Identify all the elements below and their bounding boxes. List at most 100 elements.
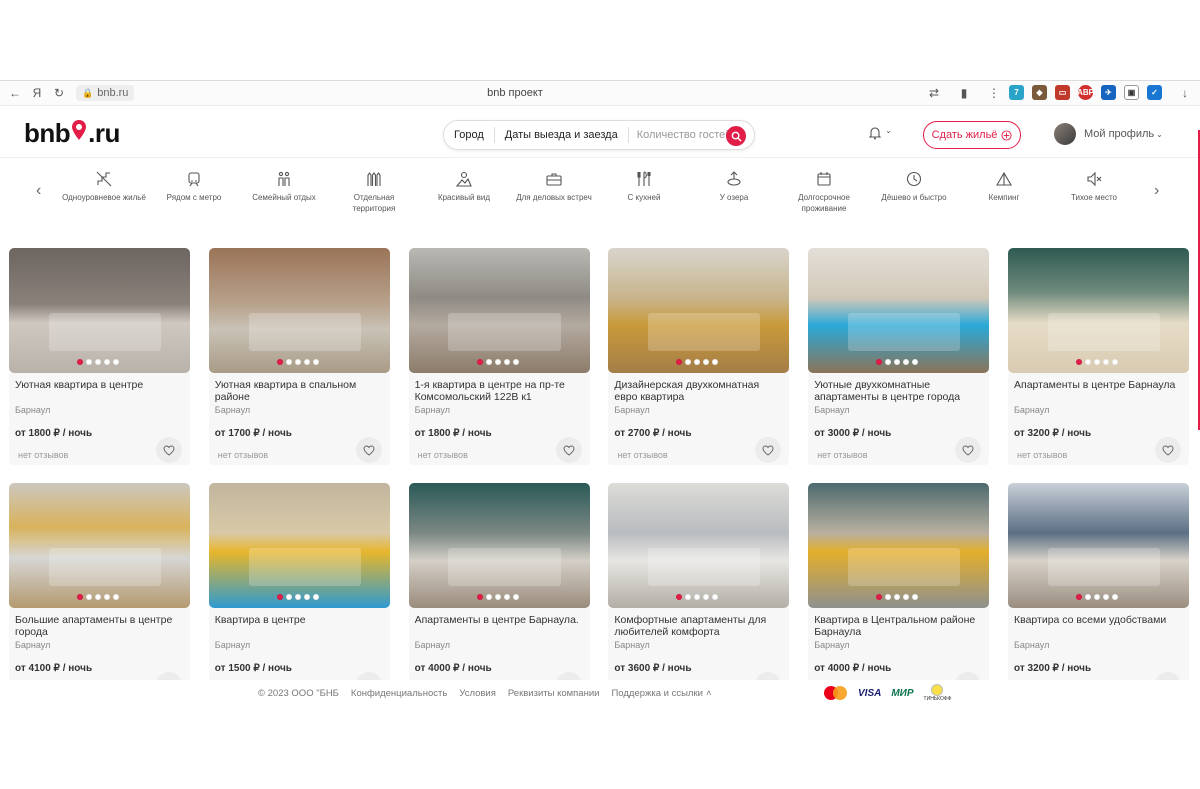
listing-card[interactable]: Апартаменты в центре Барнаула Барнаул от 3… — [1008, 248, 1189, 465]
favorite-button[interactable] — [955, 437, 982, 463]
category-item[interactable]: У озера — [692, 170, 776, 203]
extension-icon-6[interactable]: ▣ — [1124, 85, 1139, 100]
listing-card[interactable]: Квартира в Центральном районе Барнаула Ба… — [808, 483, 990, 700]
carousel-dot[interactable] — [1103, 359, 1109, 365]
profile-menu[interactable]: Мой профиль ⌄ — [1054, 123, 1163, 145]
listing-photo[interactable] — [9, 248, 190, 373]
chevron-right-icon[interactable]: › — [1154, 182, 1159, 200]
carousel-dot[interactable] — [685, 594, 692, 600]
category-item[interactable]: Долгосрочное проживание — [782, 170, 866, 214]
listing-card[interactable]: Уютная квартира в спальном районе Барнаул… — [208, 248, 390, 465]
listing-title[interactable]: Уютная квартира в спальном районе — [215, 379, 384, 404]
carousel-dot[interactable] — [494, 359, 501, 365]
menu-icon[interactable]: ⋮ — [987, 86, 1001, 100]
carousel-dot[interactable] — [312, 594, 319, 600]
favorite-button[interactable] — [1155, 437, 1181, 463]
listing-card[interactable]: Уютная квартира в центре Барнаул от 1800 ₽… — [9, 248, 190, 465]
carousel-dot[interactable] — [876, 359, 883, 365]
listing-photo[interactable] — [208, 248, 390, 373]
reload-icon[interactable]: ↻ — [52, 86, 66, 100]
carousel-dot[interactable] — [903, 359, 910, 365]
footer-link[interactable]: Поддержка и ссылки — [611, 688, 702, 699]
carousel-dot[interactable] — [503, 594, 510, 600]
carousel-dot[interactable] — [885, 594, 892, 600]
carousel-dot[interactable] — [95, 359, 101, 365]
carousel-dot[interactable] — [303, 359, 310, 365]
carousel-dot[interactable] — [312, 359, 319, 365]
carousel-dot[interactable] — [1085, 594, 1091, 600]
footer-link[interactable]: Реквизиты компании — [508, 688, 600, 699]
search-guests[interactable]: Количество гостей — [629, 129, 740, 141]
category-item[interactable]: Дёшево и быстро — [872, 170, 956, 203]
listing-title[interactable]: Апартаменты в центре Барнаула. — [415, 614, 584, 639]
favorite-button[interactable] — [156, 437, 182, 463]
carousel-dot[interactable] — [703, 359, 710, 365]
search-dates[interactable]: Даты выезда и заезда — [495, 129, 628, 141]
listing-title[interactable]: Комфортные апартаменты для любителей ком… — [614, 614, 783, 639]
carousel-dot[interactable] — [276, 594, 283, 600]
extension-icon-7[interactable]: ✓ — [1147, 85, 1162, 100]
listing-photo[interactable] — [208, 483, 390, 608]
carousel-dot[interactable] — [885, 359, 892, 365]
listing-title[interactable]: Уютная квартира в центре — [15, 379, 184, 404]
listing-card[interactable]: 1-я квартира в центре на пр-те Комсомоль… — [408, 248, 590, 465]
category-item[interactable]: Семейный отдых — [242, 170, 326, 203]
footer-link[interactable]: Условия — [459, 688, 496, 699]
listing-card[interactable]: Квартира со всеми удобствами Барнаул от 32… — [1008, 483, 1189, 700]
carousel-dot[interactable] — [494, 594, 501, 600]
carousel-dot[interactable] — [912, 359, 919, 365]
listing-card[interactable]: Большие апартаменты в центре города Барна… — [9, 483, 190, 700]
carousel-dot[interactable] — [485, 359, 492, 365]
listing-photo[interactable] — [808, 248, 990, 373]
carousel-dot[interactable] — [113, 594, 119, 600]
carousel-dot[interactable] — [512, 359, 519, 365]
listing-title[interactable]: Апартаменты в центре Барнаула — [1014, 379, 1183, 404]
carousel-dot[interactable] — [113, 359, 119, 365]
listing-title[interactable]: Уютные двухкомнатные апартаменты в центр… — [814, 379, 983, 404]
search-city[interactable]: Город — [444, 129, 494, 141]
notifications-button[interactable]: ⌄ — [868, 126, 892, 143]
carousel-dot[interactable] — [485, 594, 492, 600]
listing-photo[interactable] — [408, 483, 590, 608]
extension-icon-1[interactable]: 7 — [1009, 85, 1024, 100]
listing-card[interactable]: Квартира в центре Барнаул от 1500 ₽ / ночь — [208, 483, 390, 700]
address-bar[interactable]: 🔒 bnb.ru — [76, 85, 135, 101]
carousel-dot[interactable] — [712, 594, 719, 600]
bookmark-icon[interactable]: ▮ — [957, 86, 971, 100]
listing-title[interactable]: Квартира в центре — [215, 614, 384, 639]
listing-photo[interactable] — [608, 483, 790, 608]
back-icon[interactable]: ← — [8, 86, 22, 100]
carousel-dot[interactable] — [912, 594, 919, 600]
category-item[interactable]: С кухней — [602, 170, 686, 203]
download-icon[interactable]: ↓ — [1178, 86, 1192, 100]
carousel-dot[interactable] — [77, 359, 83, 365]
carousel-dot[interactable] — [1103, 594, 1109, 600]
carousel-dot[interactable] — [894, 359, 901, 365]
carousel-dot[interactable] — [95, 594, 101, 600]
carousel-dot[interactable] — [86, 359, 92, 365]
listing-title[interactable]: Дизайнерская двухкомнатная евро квартира — [614, 379, 783, 404]
carousel-dot[interactable] — [694, 594, 701, 600]
carousel-dot[interactable] — [876, 594, 883, 600]
listing-title[interactable]: 1-я квартира в центре на пр-те Комсомоль… — [415, 379, 584, 404]
favorite-button[interactable] — [555, 437, 582, 463]
listing-card[interactable]: Дизайнерская двухкомнатная евро квартира… — [608, 248, 790, 465]
carousel-dot[interactable] — [104, 359, 110, 365]
listing-photo[interactable] — [608, 248, 790, 373]
adblock-icon[interactable]: ABP — [1077, 85, 1094, 100]
translate-icon[interactable]: ⇄ — [927, 86, 941, 100]
carousel-dot[interactable] — [285, 594, 292, 600]
category-item[interactable]: Кемпинг — [962, 170, 1046, 203]
extension-icon-5[interactable]: ✈ — [1101, 85, 1116, 100]
carousel-dot[interactable] — [86, 594, 92, 600]
category-item[interactable]: Отдельная территория — [332, 170, 416, 214]
search-button[interactable] — [726, 126, 746, 146]
carousel-dot[interactable] — [1094, 594, 1100, 600]
carousel-dot[interactable] — [476, 594, 483, 600]
carousel-dot[interactable] — [712, 359, 719, 365]
listing-photo[interactable] — [1008, 248, 1189, 373]
listing-photo[interactable] — [1008, 483, 1189, 608]
site-logo[interactable]: bnb .ru — [24, 118, 120, 149]
carousel-dot[interactable] — [1076, 594, 1082, 600]
listing-photo[interactable] — [408, 248, 590, 373]
